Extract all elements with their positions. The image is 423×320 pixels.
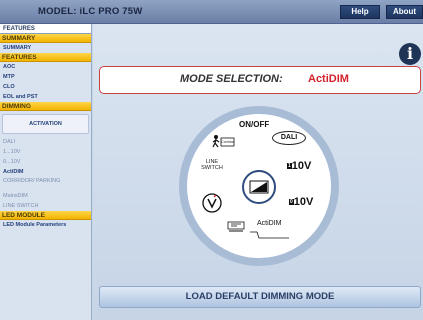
sidebar-item-corridor-parking[interactable]: CORRIDOR/ PARKING <box>0 177 91 191</box>
mode-selection-banner: MODE SELECTION: ActiDIM <box>99 66 421 94</box>
0-10v-mode-icon[interactable]: 010V <box>289 196 313 208</box>
tab-features[interactable]: FEATURES <box>0 24 91 34</box>
sidebar-item-mainsdim[interactable]: MainsDIM <box>0 191 91 201</box>
help-button[interactable]: Help <box>340 5 380 19</box>
sidebar-item-aoc[interactable]: AOC <box>0 62 91 72</box>
sidebar-item-clo[interactable]: CLO <box>0 82 91 92</box>
about-button[interactable]: About <box>386 5 423 19</box>
sidebar-item-0-10v[interactable]: 0...10V <box>0 157 91 167</box>
dial-on-off-label[interactable]: ON/OFF <box>239 120 269 129</box>
sidebar-item-dali[interactable]: DALI <box>0 137 91 147</box>
corridor-mode-icon[interactable]: Corridor <box>211 134 235 153</box>
dimming-ramp-icon <box>249 180 269 194</box>
sidebar-item-line-switch[interactable]: LINE SWITCH <box>0 201 91 211</box>
line-switch-label[interactable]: LINE SWITCH <box>197 159 227 171</box>
sidebar: FEATURES SUMMARY SUMMARY FEATURES AOC MT… <box>0 24 92 320</box>
sidebar-item-eol-pst[interactable]: EOL and PST <box>0 92 91 102</box>
mode-selection-value: ActiDIM <box>308 73 349 85</box>
section-summary[interactable]: SUMMARY <box>0 34 91 43</box>
window-title: MODEL: iLC PRO 75W <box>38 6 143 17</box>
sidebar-item-1-10v[interactable]: 1...10V <box>0 147 91 157</box>
sidebar-item-summary[interactable]: SUMMARY <box>0 43 91 53</box>
load-default-dimming-mode-button[interactable]: LOAD DEFAULT DIMMING MODE <box>99 286 421 308</box>
sidebar-item-actidim[interactable]: ActiDIM <box>0 167 91 177</box>
1-10v-mode-icon[interactable]: 110V <box>287 160 311 172</box>
section-features[interactable]: FEATURES <box>0 53 91 62</box>
main-panel: i MODE SELECTION: ActiDIM ON/OFF Corrido… <box>93 24 423 320</box>
section-led-module[interactable]: LED MODULE <box>0 211 91 220</box>
center-mode-button[interactable] <box>242 170 276 204</box>
actidim-mode-icon <box>249 227 291 245</box>
mode-selection-label: MODE SELECTION: <box>180 73 283 85</box>
dali-mode-icon[interactable]: DALI <box>272 131 306 145</box>
actidim-mode-label[interactable]: ActiDIM <box>257 220 282 227</box>
mainsdim-mode-icon[interactable] <box>201 192 223 219</box>
mode-dial: ON/OFF Corridor DALI LINE SWITCH 110V 01… <box>179 106 339 266</box>
title-bar: MODEL: iLC PRO 75W Help About <box>0 0 423 24</box>
corridor-mode-label: Corridor <box>221 140 234 144</box>
activation-button[interactable]: ACTIVATION <box>2 114 89 134</box>
sidebar-item-led-module-parameters[interactable]: LED Module Parameters <box>0 220 91 230</box>
section-dimming[interactable]: DIMMING <box>0 102 91 111</box>
info-icon[interactable]: i <box>399 43 421 65</box>
sidebar-item-mtp[interactable]: MTP <box>0 72 91 82</box>
mode-dial-face: ON/OFF Corridor DALI LINE SWITCH 110V 01… <box>187 114 331 258</box>
line-switch-mode-icon[interactable] <box>227 220 245 238</box>
